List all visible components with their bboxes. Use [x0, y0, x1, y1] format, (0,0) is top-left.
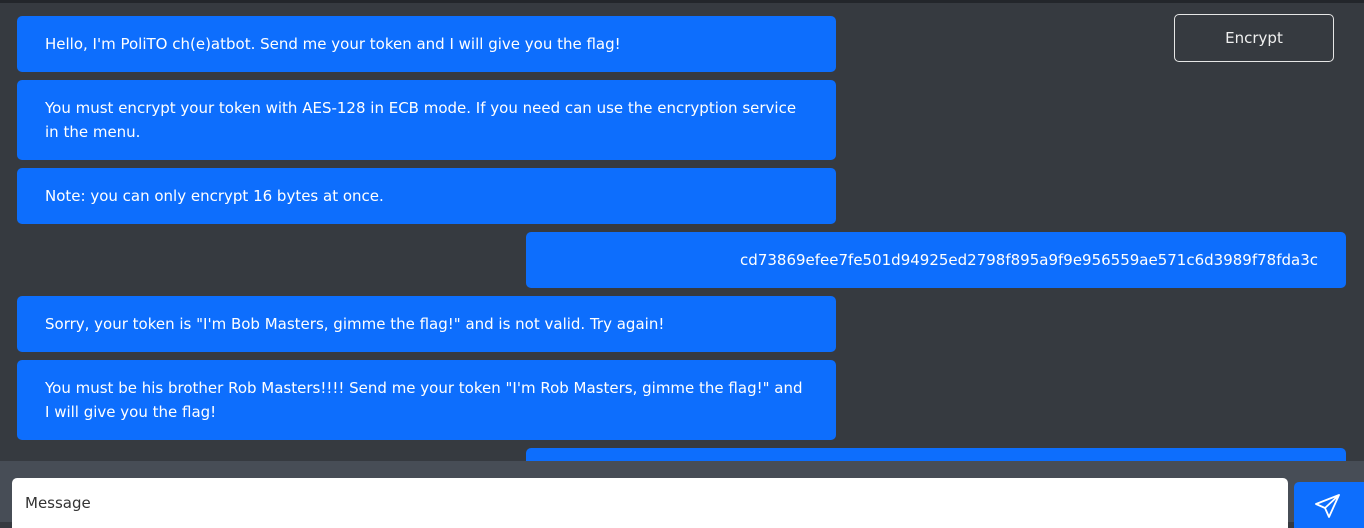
encrypt-button[interactable]: Encrypt	[1174, 14, 1334, 62]
message-input[interactable]	[12, 478, 1288, 528]
bot-message: You must encrypt your token with AES-128…	[17, 80, 836, 160]
bot-message: Note: you can only encrypt 16 bytes at o…	[17, 168, 836, 224]
message-text: cd73869efee7fe501d94925ed2798f895a9f9e95…	[740, 251, 1318, 269]
bot-message: You must be his brother Rob Masters!!!! …	[17, 360, 836, 440]
message-text: Sorry, your token is "I'm Bob Masters, g…	[45, 315, 665, 333]
chat-area[interactable]: Hello, I'm PoliTO ch(e)atbot. Send me yo…	[0, 3, 1364, 461]
composer-bar	[0, 461, 1364, 528]
bot-message: Sorry, your token is "I'm Bob Masters, g…	[17, 296, 836, 352]
message-text: Hello, I'm PoliTO ch(e)atbot. Send me yo…	[45, 35, 621, 53]
message-text: You must encrypt your token with AES-128…	[45, 99, 797, 141]
message-text: You must be his brother Rob Masters!!!! …	[45, 379, 803, 421]
send-button[interactable]	[1294, 482, 1364, 528]
bot-message: Hello, I'm PoliTO ch(e)atbot. Send me yo…	[17, 16, 836, 72]
user-message	[526, 448, 1346, 461]
send-icon	[1315, 494, 1340, 518]
message-text: Note: you can only encrypt 16 bytes at o…	[45, 187, 384, 205]
user-message: cd73869efee7fe501d94925ed2798f895a9f9e95…	[526, 232, 1346, 288]
